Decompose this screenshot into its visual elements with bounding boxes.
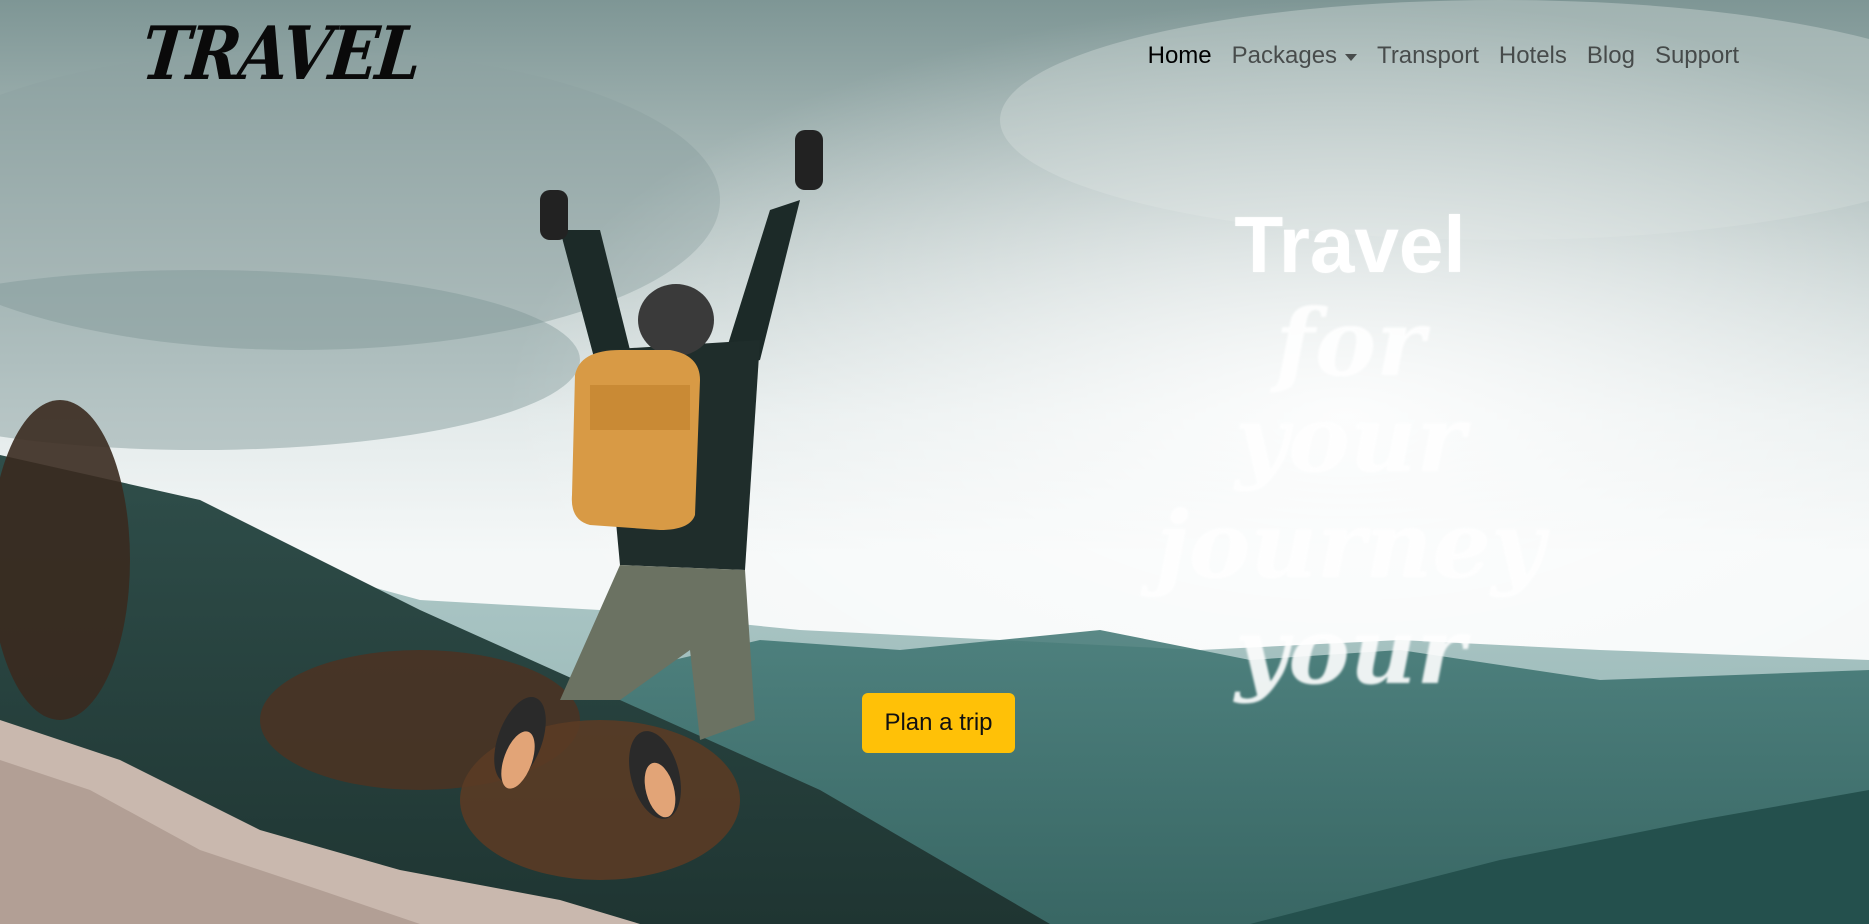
hero-title: Travel xyxy=(1234,200,1466,289)
nav-item-label: Packages xyxy=(1231,42,1338,69)
hero-background-image xyxy=(0,0,1869,924)
nav-item-transport[interactable]: Transport xyxy=(1377,42,1479,70)
nav-item-label: Hotels xyxy=(1498,42,1567,69)
hero-section: TRAVEL Home Packages Transport Hotels Bl… xyxy=(0,0,1869,924)
hero-subtitle-line: for your xyxy=(1234,289,1466,493)
nav-item-label: Support xyxy=(1654,42,1739,69)
nav-item-label: Home xyxy=(1147,42,1212,69)
nav-item-home[interactable]: Home xyxy=(1148,42,1212,70)
hero-subtitle-line: your xyxy=(1234,597,1466,705)
hero-subtitle-line: journey xyxy=(1155,491,1545,599)
caret-down-icon xyxy=(1345,53,1358,61)
nav-item-packages[interactable]: Packages xyxy=(1231,42,1358,70)
brand-logo[interactable]: TRAVEL xyxy=(138,11,424,97)
nav-item-label: Blog xyxy=(1586,42,1635,69)
nav-item-support[interactable]: Support xyxy=(1655,42,1739,70)
plan-trip-button[interactable]: Plan a trip xyxy=(862,693,1015,753)
navbar: TRAVEL Home Packages Transport Hotels Bl… xyxy=(0,0,1869,120)
nav-item-hotels[interactable]: Hotels xyxy=(1499,42,1567,70)
hero-text-block: Travel for your journey your xyxy=(1150,200,1550,705)
nav-links: Home Packages Transport Hotels Blog Supp… xyxy=(1148,42,1739,70)
nav-item-blog[interactable]: Blog xyxy=(1587,42,1635,70)
nav-item-label: Transport xyxy=(1377,42,1479,69)
